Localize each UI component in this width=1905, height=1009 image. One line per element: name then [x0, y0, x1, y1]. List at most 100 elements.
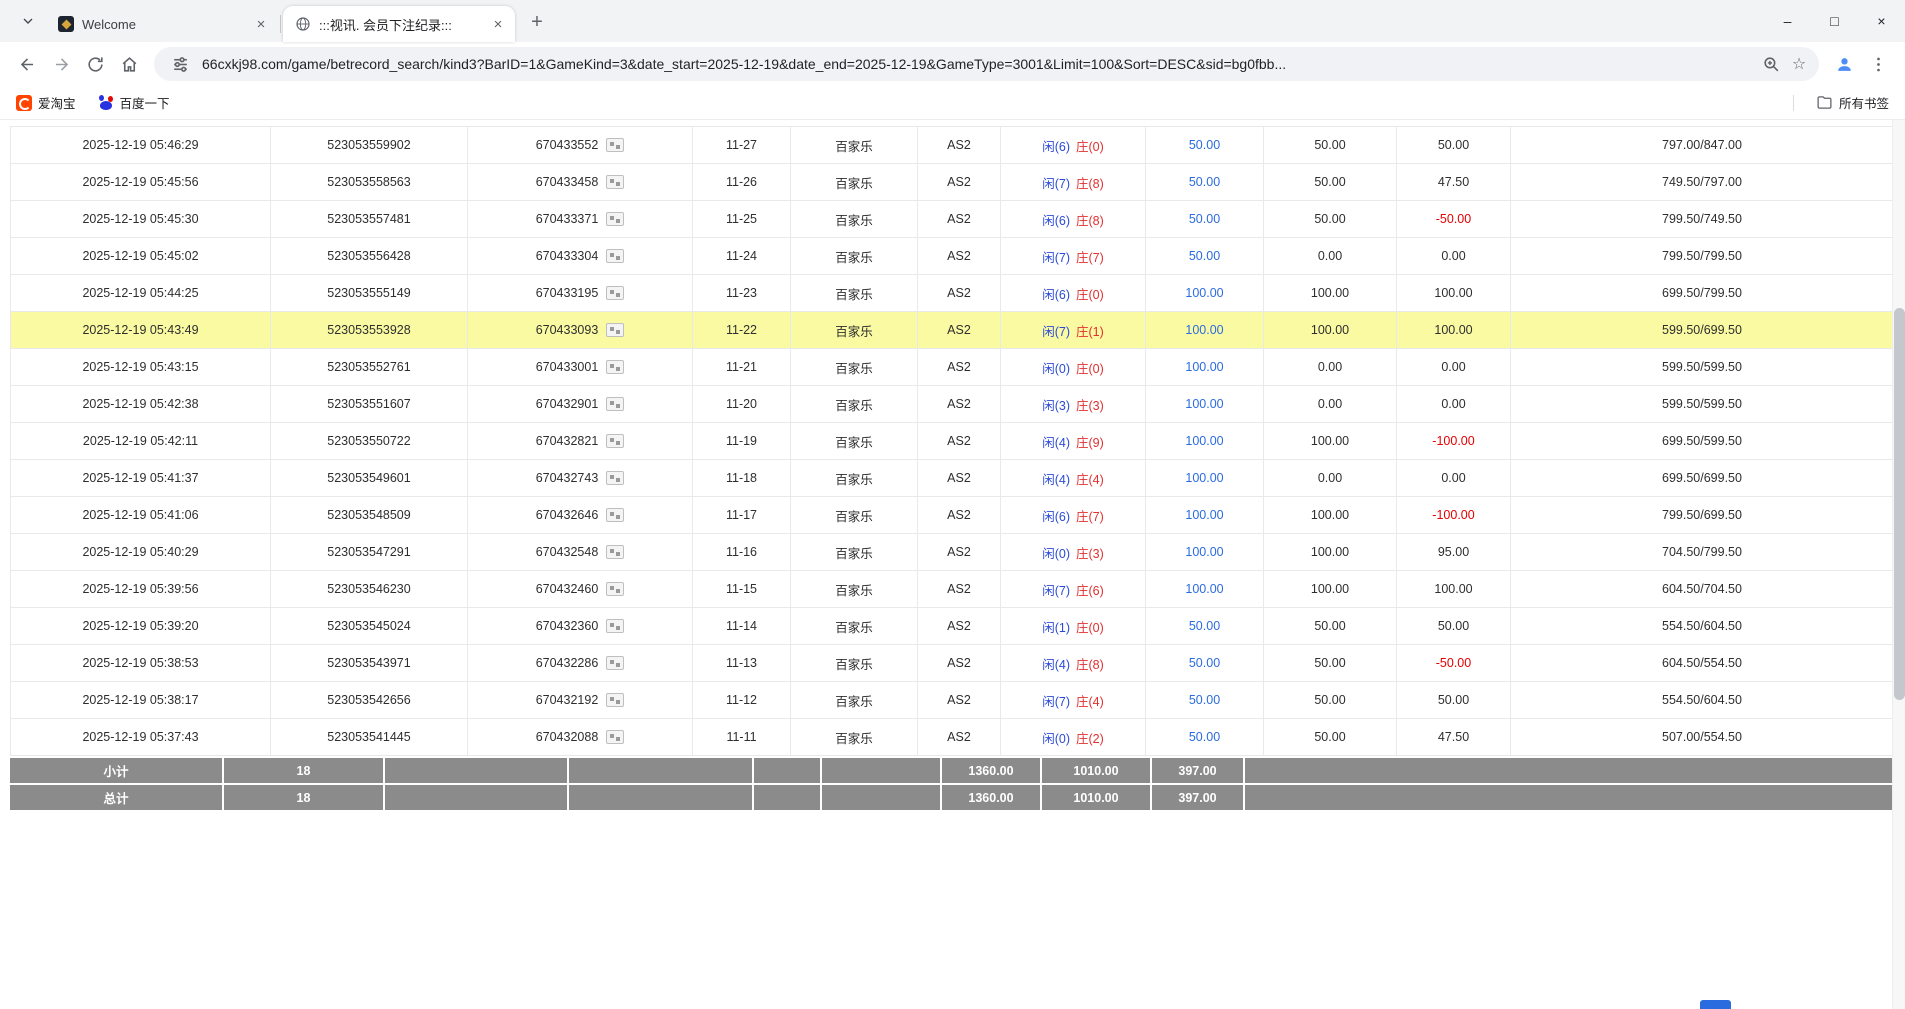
cell-order-no: 523053546230: [271, 571, 468, 608]
browser-menu-button[interactable]: [1861, 47, 1895, 81]
bet-amount-link[interactable]: 100.00: [1185, 323, 1223, 337]
table-row[interactable]: 2025-12-19 05:40:29 523053547291 6704325…: [11, 534, 1894, 571]
cell-result: -100.00: [1397, 423, 1511, 460]
tab-close-icon[interactable]: ×: [252, 15, 270, 33]
bet-amount-link[interactable]: 50.00: [1189, 730, 1220, 744]
minimize-button[interactable]: –: [1764, 0, 1811, 42]
table-row[interactable]: 2025-12-19 05:38:53 523053543971 6704322…: [11, 645, 1894, 682]
table-row[interactable]: 2025-12-19 05:42:38 523053551607 6704329…: [11, 386, 1894, 423]
bet-amount-link[interactable]: 100.00: [1185, 508, 1223, 522]
game-no-text: 670432088: [536, 730, 599, 744]
table-row[interactable]: 2025-12-19 05:38:17 523053542656 6704321…: [11, 682, 1894, 719]
result-image-icon[interactable]: [606, 138, 624, 152]
result-image-icon[interactable]: [606, 656, 624, 670]
result-image-icon[interactable]: [606, 286, 624, 300]
cell-bet-content: 闲(7)庄(6): [1001, 571, 1146, 608]
banker-score: 庄(0): [1076, 621, 1104, 635]
site-settings-icon[interactable]: [166, 50, 194, 78]
table-row[interactable]: 2025-12-19 05:44:25 523053555149 6704331…: [11, 275, 1894, 312]
cell-valid-amount: 50.00: [1264, 127, 1397, 164]
reload-button[interactable]: [78, 47, 112, 81]
cell-table: AS2: [918, 312, 1001, 349]
table-row[interactable]: 2025-12-19 05:42:11 523053550722 6704328…: [11, 423, 1894, 460]
bookmark-taobao[interactable]: 爱淘宝: [16, 93, 76, 112]
bet-amount-link[interactable]: 50.00: [1189, 249, 1220, 263]
tab-bet-record[interactable]: :::视讯. 会员下注纪录::: ×: [283, 6, 515, 42]
player-score: 闲(4): [1042, 473, 1070, 487]
bet-amount-link[interactable]: 50.00: [1189, 693, 1220, 707]
table-row[interactable]: 2025-12-19 05:45:02 523053556428 6704333…: [11, 238, 1894, 275]
address-bar[interactable]: 66cxkj98.com/game/betrecord_search/kind3…: [154, 47, 1819, 81]
bet-amount-link[interactable]: 100.00: [1185, 434, 1223, 448]
back-button[interactable]: [10, 47, 44, 81]
bet-amount-link[interactable]: 50.00: [1189, 212, 1220, 226]
cell-valid-amount: 50.00: [1264, 164, 1397, 201]
forward-button[interactable]: [44, 47, 78, 81]
zoom-icon[interactable]: [1757, 50, 1785, 78]
total-count: 18: [222, 785, 383, 810]
cell-bet-amount: 100.00: [1146, 423, 1264, 460]
result-image-icon[interactable]: [606, 434, 624, 448]
result-image-icon[interactable]: [606, 212, 624, 226]
result-image-icon[interactable]: [606, 730, 624, 744]
bookmark-star-icon[interactable]: ☆: [1785, 50, 1813, 78]
tab-search-button[interactable]: [14, 7, 42, 35]
cell-order-no: 523053551607: [271, 386, 468, 423]
table-row[interactable]: 2025-12-19 05:43:49 523053553928 6704330…: [11, 312, 1894, 349]
result-image-icon[interactable]: [606, 582, 624, 596]
url-text[interactable]: 66cxkj98.com/game/betrecord_search/kind3…: [202, 56, 1757, 72]
tab-close-icon[interactable]: ×: [489, 15, 507, 33]
bet-amount-link[interactable]: 50.00: [1189, 138, 1220, 152]
tab-title: Welcome: [82, 17, 252, 32]
page-scrollbar[interactable]: [1892, 120, 1905, 1009]
profile-avatar[interactable]: [1827, 47, 1861, 81]
result-image-icon[interactable]: [606, 360, 624, 374]
bet-amount-link[interactable]: 50.00: [1189, 619, 1220, 633]
result-image-icon[interactable]: [606, 175, 624, 189]
table-row[interactable]: 2025-12-19 05:41:06 523053548509 6704326…: [11, 497, 1894, 534]
cell-valid-amount: 0.00: [1264, 460, 1397, 497]
cell-empty: [820, 785, 940, 810]
table-row[interactable]: 2025-12-19 05:41:37 523053549601 6704327…: [11, 460, 1894, 497]
result-image-icon[interactable]: [606, 471, 624, 485]
result-image-icon[interactable]: [606, 693, 624, 707]
all-bookmarks-button[interactable]: 所有书签: [1816, 93, 1889, 112]
table-row[interactable]: 2025-12-19 05:39:20 523053545024 6704323…: [11, 608, 1894, 645]
scrollbar-thumb[interactable]: [1894, 308, 1905, 700]
table-row[interactable]: 2025-12-19 05:43:15 523053552761 6704330…: [11, 349, 1894, 386]
table-row[interactable]: 2025-12-19 05:37:43 523053541445 6704320…: [11, 719, 1894, 756]
game-no-text: 670433304: [536, 249, 599, 263]
bet-amount-link[interactable]: 100.00: [1185, 286, 1223, 300]
result-image-icon[interactable]: [606, 545, 624, 559]
window-close-button[interactable]: ×: [1858, 0, 1905, 42]
table-row[interactable]: 2025-12-19 05:45:56 523053558563 6704334…: [11, 164, 1894, 201]
maximize-button[interactable]: □: [1811, 0, 1858, 42]
player-score: 闲(0): [1042, 547, 1070, 561]
bet-amount-link[interactable]: 100.00: [1185, 582, 1223, 596]
result-image-icon[interactable]: [606, 323, 624, 337]
cell-game-no: 670432192: [468, 682, 693, 719]
cell-time: 2025-12-19 05:38:53: [11, 645, 271, 682]
bet-amount-link[interactable]: 100.00: [1185, 545, 1223, 559]
new-tab-button[interactable]: +: [523, 8, 551, 36]
result-image-icon[interactable]: [606, 249, 624, 263]
table-row[interactable]: 2025-12-19 05:39:56 523053546230 6704324…: [11, 571, 1894, 608]
result-image-icon[interactable]: [606, 508, 624, 522]
tab-welcome[interactable]: Welcome ×: [46, 6, 278, 42]
table-row[interactable]: 2025-12-19 05:45:30 523053557481 6704333…: [11, 201, 1894, 238]
bookmark-baidu[interactable]: 百度一下: [98, 93, 170, 112]
tab-separator: [280, 15, 281, 33]
result-image-icon[interactable]: [606, 619, 624, 633]
cell-balance: 599.50/699.50: [1511, 312, 1894, 349]
bet-amount-link[interactable]: 100.00: [1185, 397, 1223, 411]
bet-amount-link[interactable]: 50.00: [1189, 656, 1220, 670]
bet-amount-link[interactable]: 100.00: [1185, 471, 1223, 485]
browser-window: Welcome × :::视讯. 会员下注纪录::: × + – □ ×: [0, 0, 1905, 1009]
table-row[interactable]: 2025-12-19 05:46:29 523053559902 6704335…: [11, 127, 1894, 164]
cell-order-no: 523053556428: [271, 238, 468, 275]
partial-button[interactable]: [1700, 1000, 1731, 1009]
bet-amount-link[interactable]: 50.00: [1189, 175, 1220, 189]
bet-amount-link[interactable]: 100.00: [1185, 360, 1223, 374]
result-image-icon[interactable]: [606, 397, 624, 411]
home-button[interactable]: [112, 47, 146, 81]
